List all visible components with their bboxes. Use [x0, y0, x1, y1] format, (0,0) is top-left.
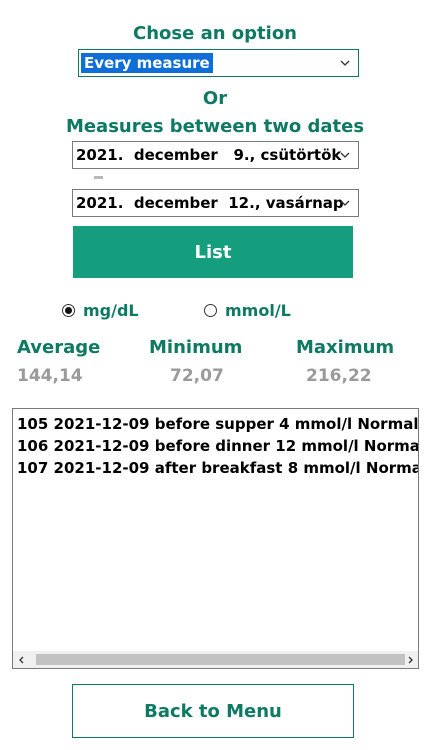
radio-button-selected[interactable] — [62, 304, 75, 317]
chevron-down-icon — [340, 200, 350, 206]
range-heading: Measures between two dates — [65, 116, 365, 137]
list-button[interactable]: List — [73, 226, 353, 278]
unit-mgdl-label: mg/dL — [83, 301, 139, 320]
back-to-menu-button[interactable]: Back to Menu — [72, 684, 354, 738]
minimum-label: Minimum — [149, 337, 243, 358]
unit-mmol-option[interactable]: mmol/L — [204, 301, 291, 320]
horizontal-scrollbar[interactable] — [13, 651, 418, 668]
chevron-down-icon — [340, 152, 350, 158]
scrollbar-thumb[interactable] — [36, 654, 405, 665]
maximum-value: 216,22 — [306, 366, 372, 386]
unit-mgdl-option[interactable]: mg/dL — [62, 301, 139, 320]
or-label: Or — [202, 88, 228, 109]
average-value: 144,14 — [17, 366, 83, 386]
date-from-value: 2021. december 9., csütörtök — [76, 146, 342, 164]
scroll-left-icon[interactable] — [13, 651, 30, 668]
option-heading: Chose an option — [132, 23, 297, 44]
date-to-value: 2021. december 12., vasárnap — [76, 194, 344, 212]
option-select-value: Every measure — [81, 53, 213, 73]
scroll-right-icon[interactable] — [401, 651, 418, 668]
minimum-value: 72,07 — [170, 366, 224, 386]
list-item[interactable]: 107 2021-12-09 after breakfast 8 mmol/l … — [13, 457, 418, 479]
measures-list[interactable]: 105 2021-12-09 before supper 4 mmol/l No… — [12, 408, 419, 669]
maximum-label: Maximum — [296, 337, 395, 358]
unit-mmol-label: mmol/L — [225, 301, 291, 320]
date-range-dash — [94, 176, 103, 179]
date-from-picker[interactable]: 2021. december 9., csütörtök — [72, 141, 359, 169]
chevron-down-icon — [340, 60, 350, 66]
radio-button-unselected[interactable] — [204, 304, 217, 317]
average-label: Average — [17, 337, 101, 358]
option-select[interactable]: Every measure — [78, 49, 359, 77]
list-item[interactable]: 106 2021-12-09 before dinner 12 mmol/l N… — [13, 435, 418, 457]
list-item[interactable]: 105 2021-12-09 before supper 4 mmol/l No… — [13, 413, 418, 435]
date-to-picker[interactable]: 2021. december 12., vasárnap — [72, 189, 359, 217]
